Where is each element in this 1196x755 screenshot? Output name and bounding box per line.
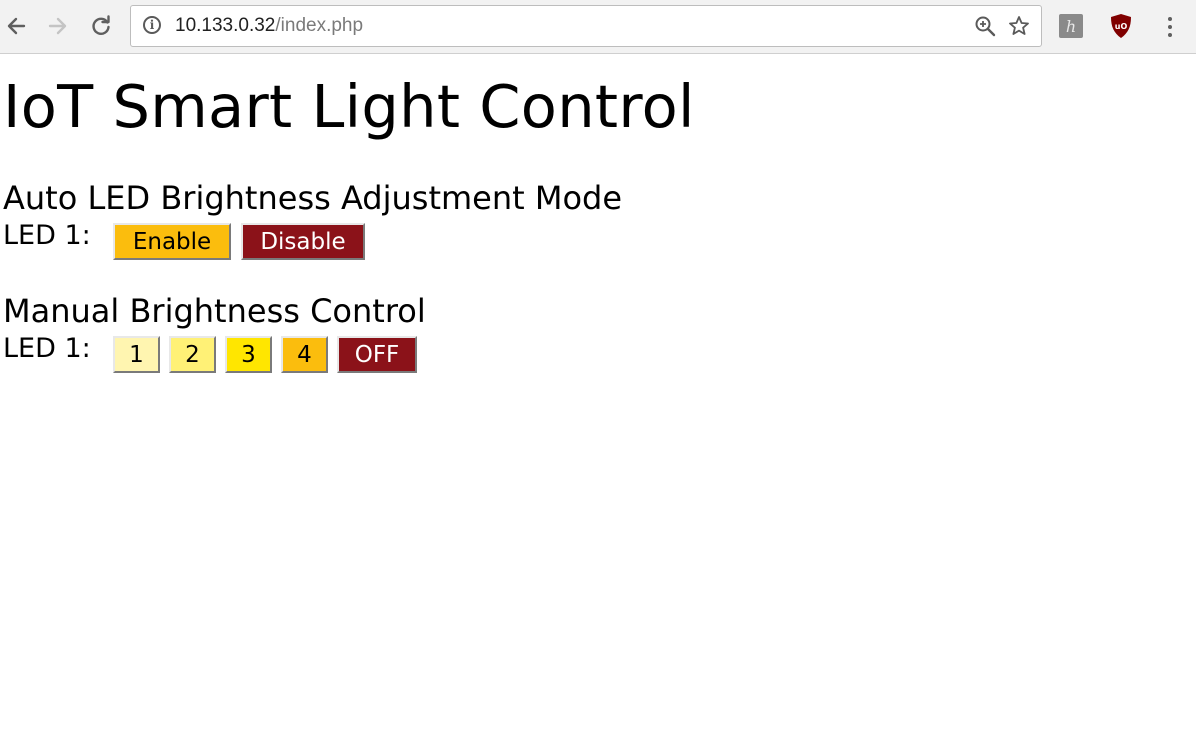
reload-icon xyxy=(92,15,110,35)
address-bar[interactable]: i 10.133.0.32/index.php xyxy=(130,5,1042,47)
ublock-glyph: uO xyxy=(1115,22,1128,31)
star-icon[interactable] xyxy=(1007,14,1031,38)
arrow-right-icon xyxy=(48,17,67,35)
menu-dot xyxy=(1168,33,1172,37)
url-host: 10.133.0.32 xyxy=(175,15,276,36)
forward-button[interactable] xyxy=(42,10,74,42)
three-dots-icon[interactable] xyxy=(1160,12,1180,42)
manual-control-heading: Manual Brightness Control xyxy=(3,292,426,330)
enable-button[interactable]: Enable xyxy=(113,223,231,260)
browser-toolbar: i 10.133.0.32/index.php h uO xyxy=(0,0,1196,54)
url-text[interactable]: 10.133.0.32/index.php xyxy=(175,15,363,37)
off-button[interactable]: OFF xyxy=(337,336,417,373)
page-title: IoT Smart Light Control xyxy=(3,72,695,141)
ublock-shield-icon[interactable]: uO xyxy=(1109,13,1133,39)
page-content: IoT Smart Light Control Auto LED Brightn… xyxy=(0,55,1196,755)
zoom-icon[interactable] xyxy=(973,14,997,38)
info-icon[interactable]: i xyxy=(143,16,161,34)
brightness-1-button[interactable]: 1 xyxy=(113,336,160,373)
brightness-2-button[interactable]: 2 xyxy=(169,336,216,373)
auto-led-label: LED 1: xyxy=(3,220,91,251)
back-button[interactable] xyxy=(0,10,32,42)
brightness-4-button[interactable]: 4 xyxy=(281,336,328,373)
arrow-left-icon xyxy=(7,17,26,35)
manual-led-label: LED 1: xyxy=(3,333,91,364)
extension-h-icon[interactable]: h xyxy=(1059,14,1083,38)
menu-dot xyxy=(1168,25,1172,29)
menu-dot xyxy=(1168,17,1172,21)
url-path: /index.php xyxy=(275,15,364,36)
auto-mode-heading: Auto LED Brightness Adjustment Mode xyxy=(3,179,623,217)
disable-button[interactable]: Disable xyxy=(241,223,365,260)
brightness-3-button[interactable]: 3 xyxy=(225,336,272,373)
reload-button[interactable] xyxy=(85,10,117,42)
